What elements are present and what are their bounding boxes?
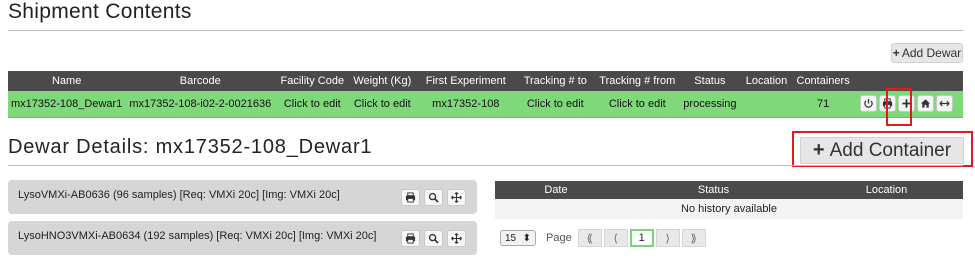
- column-location: Location: [810, 181, 963, 199]
- cell-tracking-from[interactable]: Click to edit: [594, 91, 681, 118]
- cell-first-experiment[interactable]: mx17352-108: [415, 91, 517, 118]
- move-icon[interactable]: [447, 189, 466, 206]
- dewar-details-title: Dewar Details: mx17352-108_Dewar1: [8, 136, 373, 158]
- home-icon[interactable]: [916, 95, 934, 113]
- container-label: LysoVMXi-AB0636 (96 samples) [Req: VMXi …: [18, 189, 340, 201]
- cell-location: [739, 91, 794, 118]
- pagination: 15 ⬍ Page ⟪ ⟨ 1 ⟩ ⟫: [500, 229, 708, 247]
- table-row[interactable]: mx17352-108_Dewar1 mx17352-108-i02-2-002…: [8, 91, 963, 118]
- column-tracking-to: Tracking # to: [516, 71, 595, 91]
- dewar-divider: [8, 165, 963, 166]
- container-tools: [401, 189, 466, 206]
- column-date: Date: [495, 181, 617, 199]
- column-facility-code: Facility Code: [275, 71, 350, 91]
- power-icon[interactable]: [859, 95, 877, 113]
- cell-tracking-to[interactable]: Click to edit: [516, 91, 595, 118]
- table-row: No history available: [495, 199, 963, 219]
- print-icon[interactable]: [401, 189, 420, 206]
- cell-weight[interactable]: Click to edit: [349, 91, 416, 118]
- column-status: Status: [680, 71, 740, 91]
- next-page-button[interactable]: ⟩: [655, 229, 680, 247]
- container-label: LysoHNO3VMXi-AB0634 (192 samples) [Req: …: [18, 230, 377, 242]
- column-first-experiment: First Experiment: [415, 71, 517, 91]
- container-item[interactable]: LysoHNO3VMXi-AB0634 (192 samples) [Req: …: [8, 221, 477, 255]
- print-icon[interactable]: [401, 230, 420, 247]
- last-page-button[interactable]: ⟫: [681, 229, 706, 247]
- container-tools: [401, 230, 466, 247]
- plus-icon: +: [892, 46, 900, 60]
- cell-barcode: mx17352-108-i02-2-0021636: [125, 91, 276, 118]
- column-status: Status: [617, 181, 810, 199]
- page-label: Page: [546, 232, 572, 244]
- add-dewar-button[interactable]: + Add Dewar: [891, 43, 963, 63]
- move-icon[interactable]: [447, 230, 466, 247]
- add-dewar-label: Add Dewar: [901, 46, 962, 60]
- column-containers: Containers: [793, 71, 853, 91]
- per-page-select[interactable]: 15 ⬍: [500, 230, 536, 246]
- history-table: Date Status Location No history availabl…: [495, 181, 963, 219]
- history-table-header: Date Status Location: [495, 181, 963, 199]
- title-divider: [8, 30, 963, 31]
- cell-containers: 71: [793, 91, 853, 118]
- search-icon[interactable]: [424, 189, 443, 206]
- shipment-table-header: Name Barcode Facility Code Weight (Kg) F…: [8, 71, 963, 91]
- current-page[interactable]: 1: [629, 229, 654, 247]
- first-page-button[interactable]: ⟪: [577, 229, 602, 247]
- column-name: Name: [8, 71, 126, 91]
- highlight-plus-button: [886, 88, 912, 126]
- container-item[interactable]: LysoVMXi-AB0636 (96 samples) [Req: VMXi …: [8, 180, 477, 214]
- history-empty-message: No history available: [495, 199, 963, 219]
- column-barcode: Barcode: [125, 71, 276, 91]
- transfer-icon[interactable]: [935, 95, 953, 113]
- shipment-table: Name Barcode Facility Code Weight (Kg) F…: [8, 71, 963, 118]
- prev-page-button[interactable]: ⟨: [603, 229, 628, 247]
- cell-facility-code[interactable]: Click to edit: [275, 91, 350, 118]
- column-weight: Weight (Kg): [349, 71, 416, 91]
- per-page-value: 15: [505, 232, 517, 244]
- column-tracking-from: Tracking # from: [594, 71, 681, 91]
- select-arrows-icon: ⬍: [522, 232, 531, 244]
- column-location: Location: [739, 71, 794, 91]
- page-title: Shipment Contents: [8, 0, 192, 23]
- highlight-add-container: [792, 131, 973, 167]
- cell-status: processing: [680, 91, 740, 118]
- search-icon[interactable]: [424, 230, 443, 247]
- cell-name: mx17352-108_Dewar1: [8, 91, 126, 118]
